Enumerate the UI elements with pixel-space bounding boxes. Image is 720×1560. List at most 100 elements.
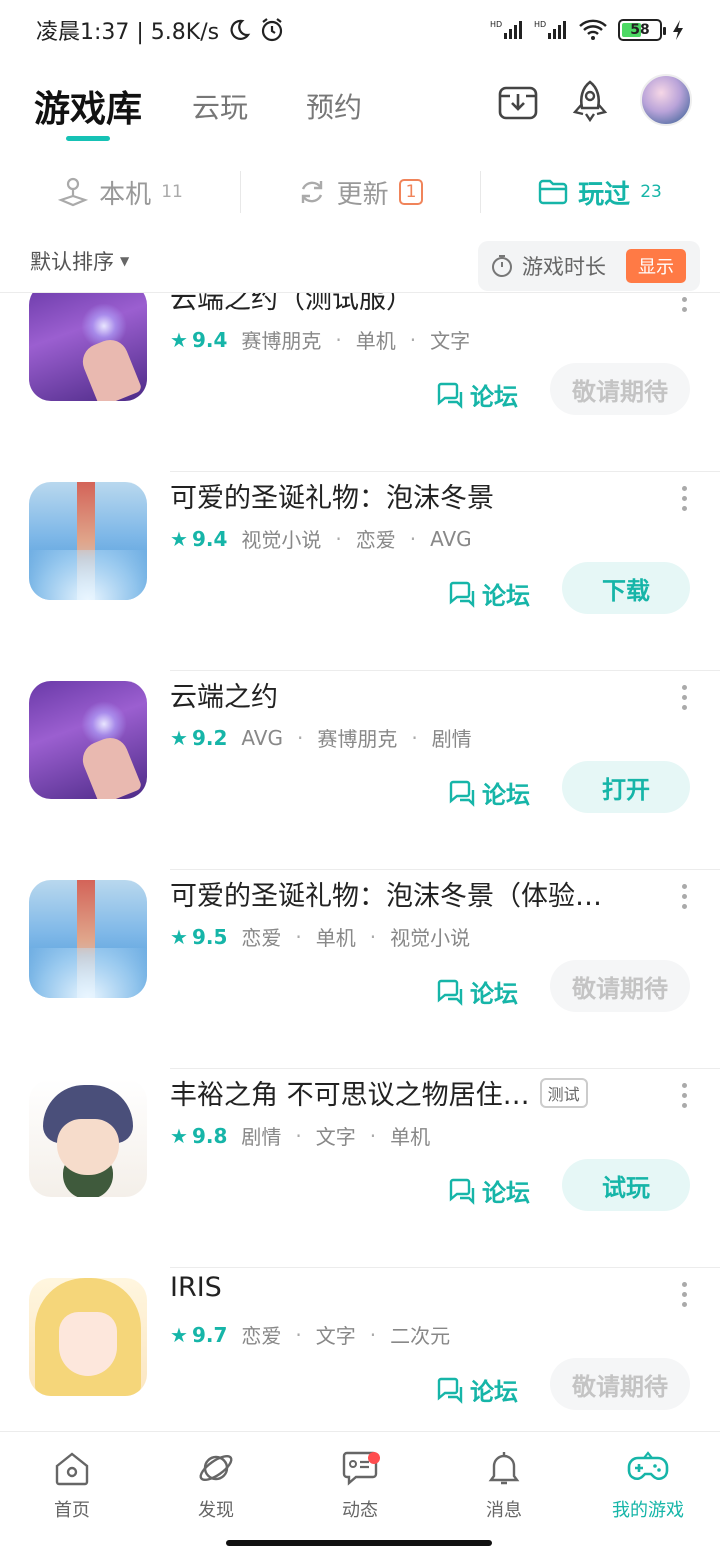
- more-options-icon[interactable]: [680, 1083, 688, 1108]
- game-meta: ★ 9.8 剧情 · 文字 · 单机: [170, 1121, 430, 1150]
- game-icon[interactable]: [29, 1079, 147, 1197]
- charging-icon: [673, 20, 683, 40]
- separator-dot: ·: [369, 1123, 377, 1148]
- more-options-icon[interactable]: [680, 1282, 688, 1307]
- forum-button[interactable]: 论坛: [448, 1173, 530, 1208]
- game-action-button[interactable]: 敬请期待: [550, 363, 690, 415]
- forum-button[interactable]: 论坛: [436, 377, 518, 412]
- game-score: 9.4: [191, 526, 228, 551]
- game-action-button[interactable]: 试玩: [562, 1159, 690, 1211]
- signal-icon-2: HD: [534, 20, 566, 39]
- star-icon: ★: [170, 1123, 188, 1148]
- nav-home-label: 首页: [54, 1500, 90, 1521]
- tab-game-library[interactable]: 游戏库: [34, 80, 142, 132]
- moon-icon: [230, 19, 251, 40]
- nav-my-games[interactable]: 我的游戏: [576, 1432, 720, 1531]
- tab-reservation[interactable]: 预约: [306, 86, 362, 126]
- game-action-button[interactable]: 敬请期待: [550, 1358, 690, 1410]
- game-list-item[interactable]: 云端之约 ★ 9.2 AVG · 赛博朋克 · 剧情 论坛 打开: [0, 671, 720, 870]
- caret-down-icon: ▼: [120, 254, 130, 268]
- game-list-item[interactable]: 丰裕之角 不可思议之物居住… 测试 ★ 9.8 剧情 · 文字 · 单机 论坛 试玩: [0, 1069, 720, 1268]
- forum-label: 论坛: [470, 1378, 518, 1406]
- nav-discover-label: 发现: [198, 1500, 234, 1521]
- forum-button[interactable]: 论坛: [448, 576, 530, 611]
- game-tag: 恋爱: [241, 1324, 282, 1348]
- game-action-button[interactable]: 下载: [562, 562, 690, 614]
- show-duration-button[interactable]: 显示: [626, 249, 686, 283]
- segment-local-count: 11: [161, 182, 183, 202]
- game-tag: 剧情: [431, 727, 472, 751]
- forum-button[interactable]: 论坛: [436, 974, 518, 1009]
- game-list-item[interactable]: 云端之约（测试服） ★ 9.4 赛博朋克 · 单机 · 文字 论坛 敬请期待: [0, 293, 720, 472]
- home-icon: [55, 1452, 89, 1486]
- game-tag: 单机: [355, 329, 396, 353]
- separator-dot: ·: [369, 924, 377, 949]
- forum-icon: [449, 1178, 475, 1205]
- game-icon[interactable]: [29, 293, 147, 401]
- game-tag: 单机: [390, 1125, 431, 1149]
- forum-label: 论坛: [482, 1179, 530, 1207]
- more-options-icon[interactable]: [680, 685, 688, 710]
- more-options-icon[interactable]: [680, 884, 688, 909]
- game-icon[interactable]: [29, 681, 147, 799]
- game-title: 丰裕之角 不可思议之物居住…: [170, 1080, 530, 1111]
- game-list[interactable]: 云端之约（测试服） ★ 9.4 赛博朋克 · 单机 · 文字 论坛 敬请期待 可爱的圣诞礼物：泡沫冬…: [0, 293, 720, 1430]
- planet-icon: [199, 1454, 233, 1482]
- game-tag: 赛博朋克: [317, 727, 398, 751]
- star-icon: ★: [170, 1322, 188, 1347]
- forum-icon: [437, 382, 463, 409]
- star-icon: ★: [170, 327, 188, 352]
- game-tag: 单机: [315, 926, 356, 950]
- refresh-icon: [301, 181, 322, 203]
- game-icon[interactable]: [29, 482, 147, 600]
- game-tag: 视觉小说: [390, 926, 471, 950]
- signal-icon: HD: [490, 20, 522, 39]
- game-score: 9.4: [191, 327, 228, 352]
- nav-feed[interactable]: 动态: [288, 1432, 432, 1531]
- joystick-icon: [58, 177, 89, 207]
- game-score: 9.2: [191, 725, 228, 750]
- game-tag: 文字: [315, 1324, 356, 1348]
- more-options-icon[interactable]: [680, 486, 688, 511]
- separator-dot: ·: [335, 327, 342, 352]
- bell-icon: [488, 1452, 520, 1485]
- wifi-icon: [579, 19, 607, 40]
- nav-feed-label: 动态: [342, 1500, 378, 1521]
- segment-played[interactable]: 玩过 23: [480, 165, 720, 219]
- sort-dropdown[interactable]: 默认排序 ▼: [30, 246, 129, 276]
- user-avatar[interactable]: [640, 74, 692, 126]
- more-options-icon[interactable]: [680, 293, 688, 312]
- game-meta: ★ 9.4 赛博朋克 · 单机 · 文字: [170, 325, 470, 354]
- game-list-item[interactable]: 可爱的圣诞礼物：泡沫冬景（体验… ★ 9.5 恋爱 · 单机 · 视觉小说 论坛 敬请期待: [0, 870, 720, 1069]
- segment-played-count: 23: [640, 182, 662, 202]
- nav-messages[interactable]: 消息: [432, 1432, 576, 1531]
- forum-button[interactable]: 论坛: [448, 775, 530, 810]
- home-indicator[interactable]: [226, 1540, 492, 1546]
- forum-button[interactable]: 论坛: [436, 1372, 518, 1407]
- segment-update[interactable]: 更新 1: [240, 165, 480, 219]
- game-tag: AVG: [241, 725, 283, 750]
- game-score: 9.8: [191, 1123, 228, 1148]
- nav-discover[interactable]: 发现: [144, 1432, 288, 1531]
- play-duration-toggle: 游戏时长 显示: [478, 241, 700, 291]
- game-list-item[interactable]: IRIS ★ 9.7 恋爱 · 文字 · 二次元 论坛 敬请期待: [0, 1268, 720, 1430]
- rocket-icon[interactable]: [566, 78, 614, 126]
- game-action-button[interactable]: 打开: [562, 761, 690, 813]
- game-tag: 文字: [315, 1125, 356, 1149]
- game-tag: 二次元: [390, 1324, 451, 1348]
- nav-my-games-label: 我的游戏: [612, 1500, 684, 1521]
- status-time-speed: 凌晨1:37 | 5.8K/s: [36, 20, 220, 45]
- game-score: 9.5: [191, 924, 228, 949]
- game-icon[interactable]: [29, 1278, 147, 1396]
- tab-cloud-play[interactable]: 云玩: [192, 86, 248, 126]
- active-tab-indicator: [66, 136, 110, 141]
- download-manager-icon[interactable]: [494, 78, 542, 126]
- nav-home[interactable]: 首页: [0, 1432, 144, 1531]
- game-icon[interactable]: [29, 880, 147, 998]
- game-tag: 恋爱: [355, 528, 396, 552]
- game-action-button[interactable]: 敬请期待: [550, 960, 690, 1012]
- game-list-item[interactable]: 可爱的圣诞礼物：泡沫冬景 ★ 9.4 视觉小说 · 恋爱 · AVG 论坛 下载: [0, 472, 720, 671]
- forum-icon: [437, 1377, 463, 1404]
- segment-local[interactable]: 本机 11: [0, 165, 240, 219]
- battery-indicator: 58: [618, 19, 666, 41]
